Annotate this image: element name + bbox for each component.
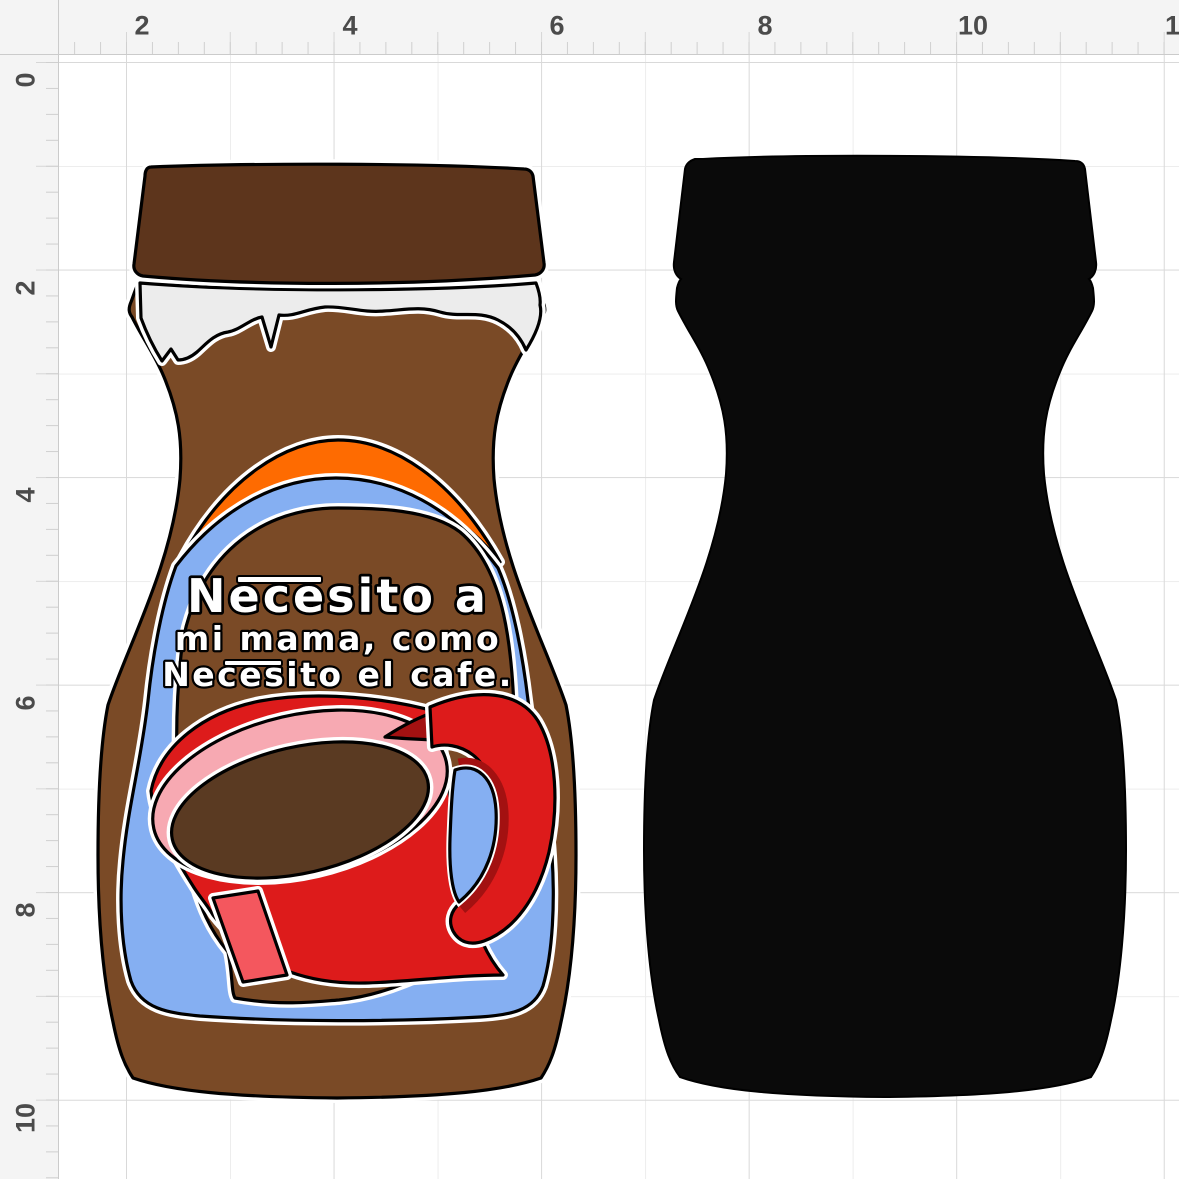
ruler-label: 10 <box>13 1103 40 1133</box>
quote-line-1[interactable]: Necesito a <box>187 569 489 623</box>
ruler-label: 4 <box>342 13 357 40</box>
coffee-jar-silhouette[interactable] <box>644 156 1126 1097</box>
quote-overline-1 <box>237 576 322 583</box>
design-canvas-window: 2 4 6 8 10 12 0 2 4 6 8 10 <box>0 0 1179 1179</box>
ruler-label: 8 <box>13 902 40 917</box>
ruler-label: 10 <box>958 13 988 40</box>
jar-lid-shape[interactable] <box>134 164 544 283</box>
horizontal-ruler: 2 4 6 8 10 12 <box>59 0 1179 55</box>
ruler-label: 6 <box>13 695 40 710</box>
ruler-label: 2 <box>13 280 40 295</box>
design-artboard: Necesito a mi mama, como Necesito el caf… <box>0 0 1179 1179</box>
quote-line-3[interactable]: Necesito el cafe. <box>162 655 514 694</box>
jar-silhouette-shape[interactable] <box>644 156 1126 1097</box>
ruler-label: 0 <box>13 72 40 87</box>
coffee-jar-design[interactable]: Necesito a mi mama, como Necesito el caf… <box>98 164 576 1098</box>
quote-overline-2 <box>224 660 282 666</box>
ruler-label: 8 <box>757 13 772 40</box>
vertical-ruler: 0 2 4 6 8 10 <box>0 55 59 1179</box>
quote-line-2[interactable]: mi mama, como <box>175 619 501 658</box>
ruler-label: 6 <box>549 13 564 40</box>
ruler-label: 12 <box>1165 13 1179 40</box>
ruler-corner <box>0 0 59 55</box>
ruler-label: 2 <box>134 13 149 40</box>
ruler-label: 4 <box>13 487 40 502</box>
